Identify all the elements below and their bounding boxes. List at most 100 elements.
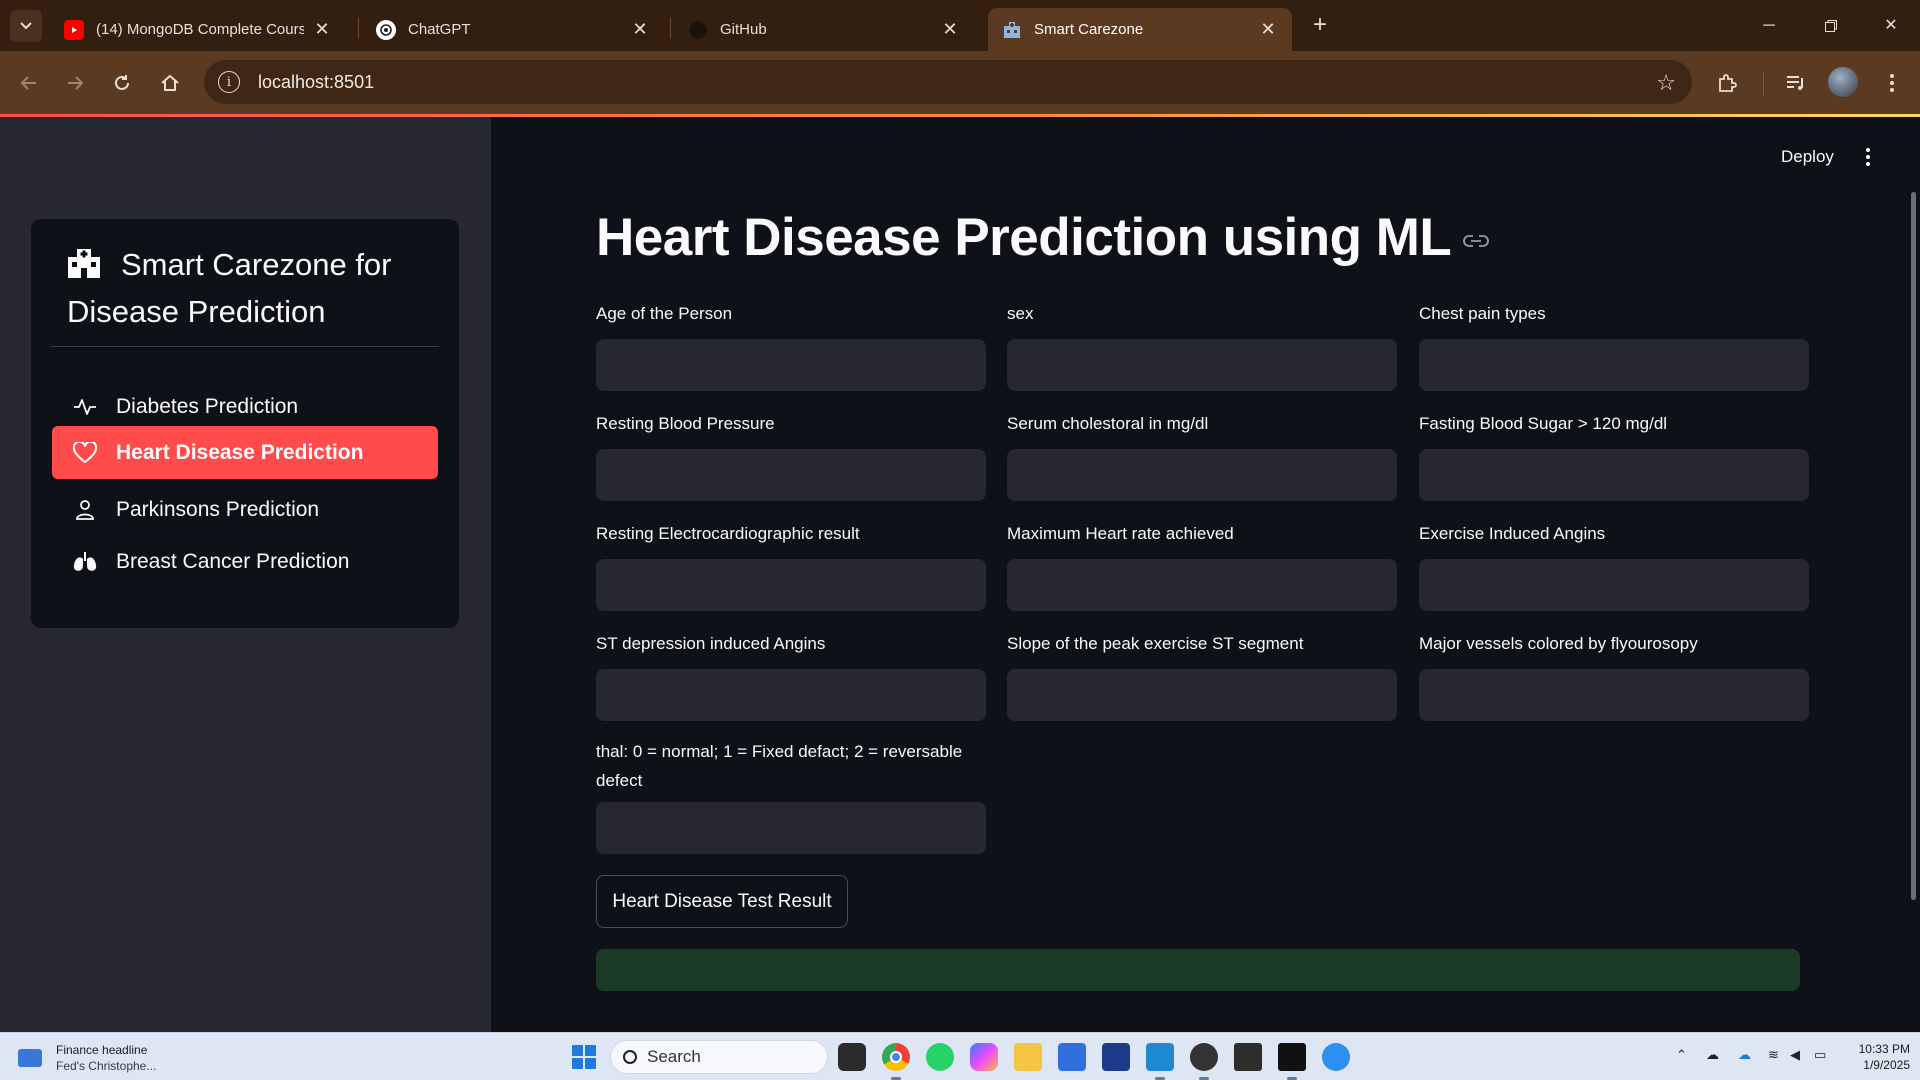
address-bar[interactable]: i localhost:8501 ☆ <box>204 60 1692 104</box>
browser-tab-chatgpt[interactable]: ChatGPT ✕ <box>362 8 664 51</box>
menu-item-breast-cancer[interactable]: Breast Cancer Prediction <box>52 535 438 588</box>
tab-close-button[interactable]: ✕ <box>312 19 332 40</box>
main-content: Deploy Heart Disease Prediction using ML… <box>491 117 1920 1032</box>
forward-button[interactable] <box>57 65 93 101</box>
scrollbar[interactable] <box>1911 192 1916 900</box>
whatsapp-icon[interactable] <box>926 1043 954 1071</box>
media-player-icon[interactable] <box>1190 1043 1218 1071</box>
battery-icon[interactable]: ▭ <box>1814 1047 1826 1063</box>
field-label: sex <box>1007 304 1034 323</box>
st-depression-input[interactable] <box>596 669 986 721</box>
github-icon <box>688 19 708 40</box>
page-title: Heart Disease Prediction using ML <box>596 208 1452 267</box>
deploy-button[interactable]: Deploy <box>1781 147 1834 167</box>
resting-ecg-input[interactable] <box>596 559 986 611</box>
heart-disease-test-result-button[interactable]: Heart Disease Test Result <box>596 875 848 928</box>
file-explorer-icon[interactable] <box>1014 1043 1042 1071</box>
task-view-icon[interactable] <box>838 1043 866 1071</box>
field-age: Age of the Person <box>596 299 986 391</box>
taskbar-search[interactable]: Search <box>610 1040 828 1074</box>
back-arrow-icon <box>20 76 36 90</box>
browser-toolbar: i localhost:8501 ☆ <box>0 51 1920 115</box>
cloud-icon[interactable]: ☁ <box>1738 1047 1751 1063</box>
playlist-icon <box>1787 76 1803 90</box>
terminal-icon[interactable] <box>1234 1043 1262 1071</box>
chest-pain-input[interactable] <box>1419 339 1809 391</box>
field-resting-ecg: Resting Electrocardiographic result <box>596 519 986 611</box>
exercise-angina-input[interactable] <box>1419 559 1809 611</box>
extensions-button[interactable] <box>1709 65 1745 101</box>
menu-item-label: Heart Disease Prediction <box>116 440 364 464</box>
browser-tab-github[interactable]: GitHub ✕ <box>674 8 974 51</box>
bookmark-star-icon[interactable]: ☆ <box>1656 70 1676 96</box>
field-label: ST depression induced Angins <box>596 634 826 653</box>
toolbar-divider <box>1763 73 1764 95</box>
tab-close-button[interactable]: ✕ <box>940 19 960 40</box>
person-icon <box>72 497 98 523</box>
menu-item-label: Parkinsons Prediction <box>116 497 320 521</box>
copilot-icon[interactable] <box>970 1043 998 1071</box>
media-control-button[interactable] <box>1778 65 1814 101</box>
cholesterol-input[interactable] <box>1007 449 1397 501</box>
field-st-depression: ST depression induced Angins <box>596 629 986 721</box>
start-button[interactable] <box>572 1045 596 1069</box>
field-label: Fasting Blood Sugar > 120 mg/dl <box>1419 414 1668 433</box>
menu-item-heart-disease[interactable]: Heart Disease Prediction <box>52 426 438 479</box>
profile-avatar[interactable] <box>1828 67 1858 97</box>
age-input[interactable] <box>596 339 986 391</box>
field-resting-bp: Resting Blood Pressure <box>596 409 986 501</box>
max-heart-rate-input[interactable] <box>1007 559 1397 611</box>
site-info-icon[interactable]: i <box>218 71 240 93</box>
fasting-blood-sugar-input[interactable] <box>1419 449 1809 501</box>
field-st-slope: Slope of the peak exercise ST segment <box>1007 629 1397 721</box>
word-icon[interactable] <box>1102 1043 1130 1071</box>
field-label: Age of the Person <box>596 304 733 323</box>
browser-menu-button[interactable] <box>1874 65 1910 101</box>
browser-tab-smart-carezone[interactable]: Smart Carezone ✕ <box>988 8 1292 51</box>
new-tab-button[interactable]: + <box>1306 12 1334 40</box>
resting-bp-input[interactable] <box>596 449 986 501</box>
field-label: thal: 0 = normal; 1 = Fixed defact; 2 = … <box>596 742 963 790</box>
sidebar: Smart Carezone for Disease Prediction Di… <box>0 117 491 1032</box>
heart-icon <box>72 440 98 466</box>
chatgpt-icon <box>376 19 396 40</box>
option-menu: Smart Carezone for Disease Prediction Di… <box>31 219 459 628</box>
taskbar-clock[interactable]: 10:33 PM 1/9/2025 <box>1852 1041 1910 1073</box>
tab-close-button[interactable]: ✕ <box>1258 19 1278 40</box>
major-vessels-input[interactable] <box>1419 669 1809 721</box>
menu-item-parkinsons[interactable]: Parkinsons Prediction <box>52 483 438 536</box>
edge-icon[interactable] <box>1322 1043 1350 1071</box>
vscode-icon[interactable] <box>1146 1043 1174 1071</box>
puzzle-icon <box>1719 74 1737 92</box>
app-menu-button[interactable] <box>1860 145 1876 169</box>
browser-tab-mongodb[interactable]: (14) MongoDB Complete Course T ✕ <box>50 8 346 51</box>
youtube-icon <box>64 19 84 40</box>
field-label: Serum cholestoral in mg/dl <box>1007 414 1209 433</box>
menu-title-text: Smart Carezone for Disease Prediction <box>67 247 392 329</box>
pycharm-icon[interactable] <box>1278 1043 1306 1071</box>
field-label: Resting Blood Pressure <box>596 414 775 433</box>
tab-title: GitHub <box>720 21 767 38</box>
minimize-button[interactable]: ─ <box>1746 10 1792 42</box>
thal-input[interactable] <box>596 802 986 854</box>
field-max-heart-rate: Maximum Heart rate achieved <box>1007 519 1397 611</box>
restore-button[interactable] <box>1808 10 1854 42</box>
sex-input[interactable] <box>1007 339 1397 391</box>
reload-button[interactable] <box>104 65 140 101</box>
link-icon[interactable] <box>1463 234 1489 248</box>
wifi-icon[interactable]: ≋ <box>1768 1047 1779 1063</box>
tab-search-button[interactable] <box>10 10 42 42</box>
restore-icon <box>1825 19 1837 32</box>
home-button[interactable] <box>152 65 188 101</box>
volume-icon[interactable]: ◀ <box>1790 1047 1800 1063</box>
tray-overflow-icon[interactable]: ⌃ <box>1676 1047 1687 1063</box>
back-button[interactable] <box>11 65 47 101</box>
microsoft-store-icon[interactable] <box>1058 1043 1086 1071</box>
tab-close-button[interactable]: ✕ <box>630 19 650 40</box>
st-slope-input[interactable] <box>1007 669 1397 721</box>
chrome-icon[interactable] <box>882 1043 910 1071</box>
close-window-button[interactable]: ✕ <box>1868 10 1914 42</box>
forward-arrow-icon <box>68 76 84 90</box>
news-widget[interactable]: Finance headline Fed's Christophe... <box>18 1042 156 1074</box>
onedrive-icon[interactable]: ☁ <box>1706 1047 1719 1063</box>
